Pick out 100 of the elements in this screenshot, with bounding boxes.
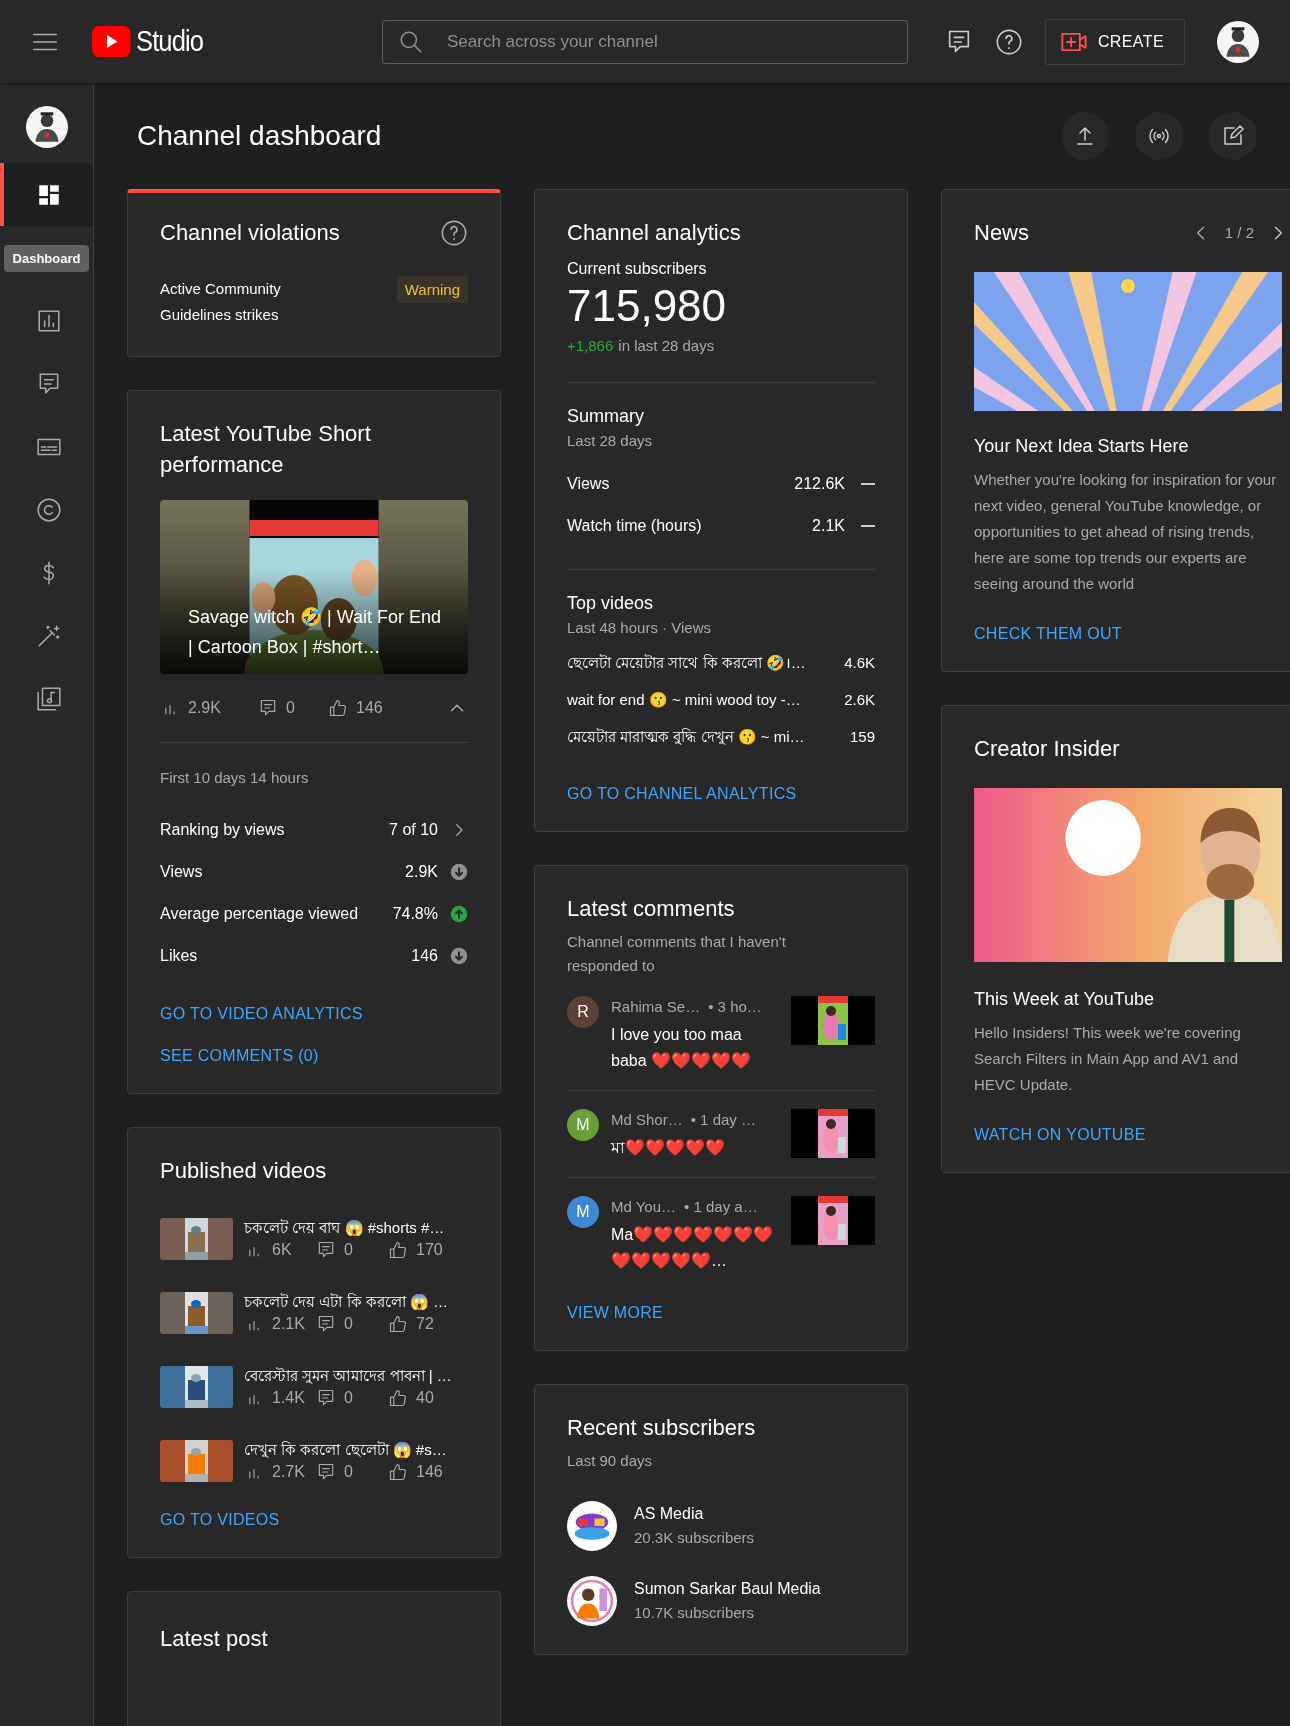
- card-title: Latest post: [160, 1625, 269, 1653]
- card-link[interactable]: GO TO CHANNEL ANALYTICS: [567, 785, 797, 803]
- comment-time: • 1 day a…: [684, 1197, 758, 1217]
- video-title[interactable]: চকলেট দেয় বাঘ 😱 #shorts #…: [244, 1217, 468, 1239]
- metric-label: Views: [567, 475, 611, 493]
- metric-label: Views: [160, 863, 204, 881]
- comment-icon: [316, 1388, 336, 1408]
- comment-time: • 3 ho…: [708, 997, 762, 1017]
- view-count: 159: [849, 728, 875, 745]
- like-count: 146: [356, 699, 383, 717]
- bar-chart-icon: [35, 307, 62, 334]
- card-title: Creator Insider: [974, 735, 1121, 763]
- subscriber-name[interactable]: Sumon Sarkar Baul Media: [634, 1577, 821, 1601]
- comment-icon: [258, 698, 278, 718]
- no-change-dash-icon: [861, 525, 875, 527]
- news-headline: This Week at YouTube: [974, 988, 1156, 1011]
- thumbs-up-icon: [388, 1240, 408, 1260]
- comment-author[interactable]: Md You…: [611, 1196, 677, 1218]
- period-label: Last 90 days: [567, 1451, 654, 1471]
- card-title: Recent subscribers: [567, 1414, 757, 1442]
- thumbs-up-icon: [328, 698, 348, 718]
- comment-text: Ma❤❤❤❤❤❤❤❤❤❤❤❤…: [611, 1225, 775, 1271]
- comment-count: 0: [344, 1315, 353, 1333]
- video-title[interactable]: বেরেস্টার সুমন আমাদের পাবনা | …: [244, 1365, 468, 1387]
- play-logo-icon: [92, 26, 131, 57]
- card-title: Published videos: [160, 1157, 328, 1185]
- view-count: 2.7K: [272, 1463, 305, 1481]
- card-link[interactable]: CHECK THEM OUT: [974, 625, 1122, 643]
- view-count: 6K: [272, 1241, 292, 1259]
- card-link[interactable]: SEE COMMENTS (0): [160, 1047, 319, 1065]
- view-count: 2.6K: [844, 691, 875, 708]
- like-count: 170: [416, 1241, 443, 1259]
- comment-count: 0: [344, 1463, 353, 1481]
- subscribers-label: Current subscribers: [567, 259, 708, 279]
- view-count: 4.6K: [844, 654, 875, 671]
- card-title: Channel analytics: [567, 219, 742, 247]
- comment-time: • 1 day …: [690, 1110, 756, 1130]
- section-title: Summary: [567, 405, 645, 428]
- go-live-button[interactable]: [1135, 112, 1183, 160]
- change-period: in last 28 days: [618, 336, 715, 356]
- video-title[interactable]: wait for end 😗 ~ mini wood toy -…: [567, 689, 833, 710]
- metric-label: Likes: [160, 947, 199, 965]
- news-headline: Your Next Idea Starts Here: [974, 435, 1190, 458]
- news-text: Whether you're looking for inspiration for your next video, general YouTube knowledge, or opportunities to get ahead of rising trends, here are some top trends our experts are seeing around the world: [974, 470, 1278, 594]
- metric-value: 212.6K: [794, 475, 845, 493]
- sidebar-item[interactable]: [0, 163, 93, 226]
- card-subtitle: Channel comments that I haven't responded to: [567, 932, 787, 976]
- period-label: Last 28 days: [567, 431, 654, 451]
- video-title[interactable]: চকলেট দেয় এটা কি করলো 😱 …: [244, 1291, 468, 1313]
- section-title: Top videos: [567, 592, 655, 615]
- studio-logo[interactable]: Studio: [92, 25, 204, 58]
- card-link[interactable]: GO TO VIDEOS: [160, 1511, 280, 1529]
- comment-count: 0: [286, 699, 295, 717]
- metric-value: 7 of 10: [389, 821, 438, 839]
- pager-label: 1 / 2: [1224, 222, 1254, 243]
- card-link[interactable]: WATCH ON YOUTUBE: [974, 1126, 1146, 1144]
- like-count: 72: [416, 1315, 434, 1333]
- comment-text: I love you too maa baba ❤❤❤❤❤: [611, 1025, 753, 1071]
- video-title[interactable]: দেখুন কি করলো ছেলেটা 😱 #s…: [244, 1439, 468, 1461]
- subscriber-count: 10.7K subscribers: [634, 1603, 756, 1623]
- card-link[interactable]: GO TO VIDEO ANALYTICS: [160, 1005, 363, 1023]
- period-label: First 10 days 14 hours: [160, 768, 310, 788]
- subscriber-count: 20.3K subscribers: [634, 1528, 755, 1548]
- create-post-button[interactable]: [1209, 112, 1257, 160]
- comment-author[interactable]: Rahima Se…: [611, 996, 701, 1018]
- card-link[interactable]: VIEW MORE: [567, 1304, 664, 1322]
- edit-icon: [1221, 124, 1245, 148]
- comment-icon: [316, 1240, 336, 1260]
- warning-badge: Warning: [396, 276, 468, 303]
- card-title: Channel violations: [160, 219, 341, 247]
- strikes-label: Active Community Guidelines strikes: [160, 279, 282, 325]
- metric-value: 146: [411, 947, 438, 965]
- avatar-circle: M: [567, 1109, 599, 1141]
- create-button[interactable]: CREATE: [1044, 18, 1185, 65]
- metric-label: Watch time (hours): [567, 517, 703, 535]
- comment-icon: [316, 1462, 336, 1482]
- video-title: Savage witch 🤣 | Wait For End | Cartoon Box | #short…: [188, 606, 443, 659]
- comment-author[interactable]: Md Shor…: [611, 1109, 683, 1131]
- video-title[interactable]: মেয়েটার মারাত্মক বুদ্ধি দেখুন 😗 ~ mi…: [567, 726, 838, 747]
- no-change-dash-icon: [861, 483, 875, 485]
- metric-label: Average percentage viewed: [160, 905, 360, 923]
- metric-value: 74.8%: [392, 905, 438, 923]
- help-icon[interactable]: [440, 218, 468, 247]
- upload-button[interactable]: [1061, 112, 1109, 160]
- metric-value: 2.1K: [812, 517, 845, 535]
- search-field[interactable]: Search across your channel: [382, 19, 908, 64]
- comment-count: 0: [344, 1241, 353, 1259]
- subscriber-count: 715,980: [567, 280, 728, 332]
- metric-label: Ranking by views: [160, 821, 286, 839]
- thumbs-up-icon: [388, 1388, 408, 1408]
- thumbs-up-icon: [388, 1462, 408, 1482]
- comment-text: মা❤❤❤❤❤: [611, 1138, 726, 1158]
- video-title[interactable]: ছেলেটা মেয়েটার সাথে কি করলো 🤣।…: [567, 652, 833, 673]
- page-title: Channel dashboard: [136, 120, 383, 152]
- news-text: Hello Insiders! This week we're covering Search Filters in Main App and AV1 and HEVC Update.: [974, 1023, 1242, 1095]
- card-title: Latest YouTube Short performance: [160, 420, 372, 479]
- help-icon[interactable]: [994, 27, 1023, 56]
- tooltip: Dashboard: [3, 245, 90, 272]
- subscriber-name[interactable]: AS Media: [634, 1502, 755, 1526]
- avatar-circle: R: [567, 996, 599, 1028]
